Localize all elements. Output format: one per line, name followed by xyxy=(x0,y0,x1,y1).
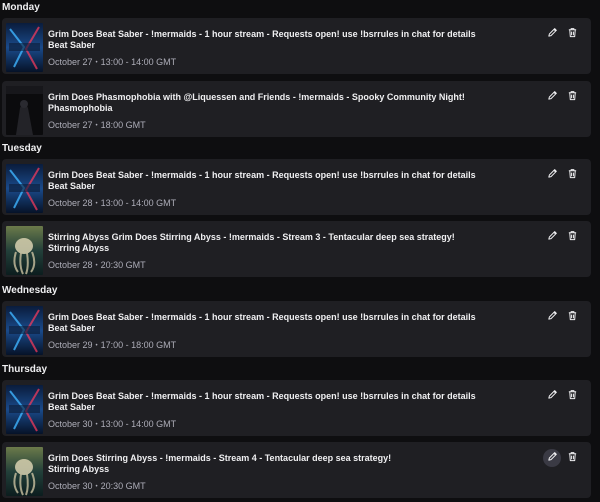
pencil-icon xyxy=(547,25,558,43)
separator: • xyxy=(95,263,98,269)
event-title: Grim Does Phasmophobia with @Liquessen a… xyxy=(48,92,465,102)
day-header-thursday: Thursday xyxy=(2,364,48,375)
event-datetime: October 28 • 13:00 - 14:00 GMT xyxy=(48,197,531,211)
event-date: October 27 xyxy=(48,120,93,130)
trash-icon xyxy=(567,449,578,467)
pencil-icon xyxy=(547,166,558,184)
event-time: 20:30 GMT xyxy=(100,260,146,270)
event-title: Stirring Abyss Grim Does Stirring Abyss … xyxy=(48,232,455,242)
event-title: Grim Does Beat Saber - !mermaids - 1 hou… xyxy=(48,29,476,39)
separator: • xyxy=(95,422,98,428)
event-datetime: October 27 • 18:00 GMT xyxy=(48,119,531,133)
edit-button[interactable] xyxy=(545,168,559,182)
separator: • xyxy=(95,123,98,129)
day-header-monday: Monday xyxy=(2,2,40,13)
separator: • xyxy=(95,201,98,207)
game-thumbnail xyxy=(6,23,43,72)
trash-icon xyxy=(567,88,578,106)
event-title: Grim Does Beat Saber - !mermaids - 1 hou… xyxy=(48,391,476,401)
event-title: Grim Does Stirring Abyss - !mermaids - S… xyxy=(48,453,392,463)
event-datetime: October 28 • 20:30 GMT xyxy=(48,259,531,273)
schedule-event-card: Grim Does Stirring Abyss - !mermaids - S… xyxy=(2,442,591,498)
event-datetime: October 29 • 17:00 - 18:00 GMT xyxy=(48,339,531,353)
event-title: Grim Does Beat Saber - !mermaids - 1 hou… xyxy=(48,312,476,322)
pencil-icon xyxy=(547,449,558,467)
event-date: October 27 xyxy=(48,57,93,67)
event-game: Beat Saber xyxy=(48,402,96,412)
schedule-event-card: Grim Does Beat Saber - !mermaids - 1 hou… xyxy=(2,301,591,357)
event-game: Phasmophobia xyxy=(48,103,113,113)
schedule-event-card: Grim Does Phasmophobia with @Liquessen a… xyxy=(2,81,591,137)
game-thumbnail xyxy=(6,226,43,275)
pencil-icon xyxy=(547,387,558,405)
event-time: 13:00 - 14:00 GMT xyxy=(100,419,177,429)
separator: • xyxy=(95,343,98,349)
event-date: October 30 xyxy=(48,481,93,491)
trash-icon xyxy=(567,25,578,43)
edit-button[interactable] xyxy=(545,90,559,104)
delete-button[interactable] xyxy=(565,90,579,104)
event-date: October 30 xyxy=(48,419,93,429)
event-time: 13:00 - 14:00 GMT xyxy=(100,57,177,67)
event-time: 17:00 - 18:00 GMT xyxy=(100,340,177,350)
game-thumbnail xyxy=(6,306,43,355)
event-game: Beat Saber xyxy=(48,40,96,50)
trash-icon xyxy=(567,228,578,246)
pencil-icon xyxy=(547,228,558,246)
schedule-event-card: Grim Does Beat Saber - !mermaids - 1 hou… xyxy=(2,18,591,74)
event-time: 18:00 GMT xyxy=(100,120,146,130)
event-game: Stirring Abyss xyxy=(48,464,110,474)
event-game: Beat Saber xyxy=(48,323,96,333)
separator: • xyxy=(95,60,98,66)
schedule-event-card: Grim Does Beat Saber - !mermaids - 1 hou… xyxy=(2,159,591,215)
event-time: 20:30 GMT xyxy=(100,481,146,491)
event-date: October 29 xyxy=(48,340,93,350)
game-thumbnail xyxy=(6,164,43,213)
trash-icon xyxy=(567,166,578,184)
game-thumbnail xyxy=(6,385,43,434)
edit-button[interactable] xyxy=(545,230,559,244)
delete-button[interactable] xyxy=(565,168,579,182)
delete-button[interactable] xyxy=(565,451,579,465)
game-thumbnail xyxy=(6,86,43,135)
pencil-icon xyxy=(547,308,558,326)
trash-icon xyxy=(567,387,578,405)
edit-button[interactable] xyxy=(545,310,559,324)
event-datetime: October 30 • 13:00 - 14:00 GMT xyxy=(48,418,531,432)
edit-button[interactable] xyxy=(543,449,561,467)
event-date: October 28 xyxy=(48,198,93,208)
edit-button[interactable] xyxy=(545,389,559,403)
delete-button[interactable] xyxy=(565,230,579,244)
event-title: Grim Does Beat Saber - !mermaids - 1 hou… xyxy=(48,170,476,180)
day-header-wednesday: Wednesday xyxy=(2,285,58,296)
trash-icon xyxy=(567,308,578,326)
event-time: 13:00 - 14:00 GMT xyxy=(100,198,177,208)
event-game: Stirring Abyss xyxy=(48,243,110,253)
delete-button[interactable] xyxy=(565,389,579,403)
day-header-tuesday: Tuesday xyxy=(2,143,42,154)
edit-button[interactable] xyxy=(545,27,559,41)
event-date: October 28 xyxy=(48,260,93,270)
schedule-event-card: Grim Does Beat Saber - !mermaids - 1 hou… xyxy=(2,380,591,436)
event-datetime: October 30 • 20:30 GMT xyxy=(48,480,531,494)
event-datetime: October 27 • 13:00 - 14:00 GMT xyxy=(48,56,531,70)
event-game: Beat Saber xyxy=(48,181,96,191)
schedule-event-card: Stirring Abyss Grim Does Stirring Abyss … xyxy=(2,221,591,277)
game-thumbnail xyxy=(6,447,43,496)
pencil-icon xyxy=(547,88,558,106)
delete-button[interactable] xyxy=(565,310,579,324)
delete-button[interactable] xyxy=(565,27,579,41)
separator: • xyxy=(95,484,98,490)
